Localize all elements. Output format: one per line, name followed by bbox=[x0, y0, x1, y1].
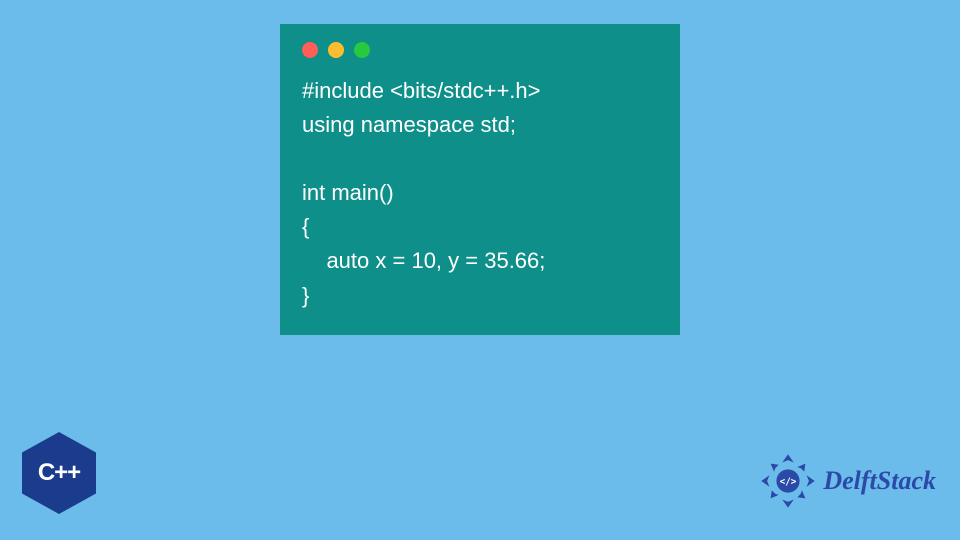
svg-text:</>: </> bbox=[780, 476, 797, 487]
brand-logo: </> DelftStack bbox=[759, 452, 936, 510]
brand-name: DelftStack bbox=[823, 466, 936, 496]
delftstack-icon: </> bbox=[759, 452, 817, 510]
traffic-lights bbox=[302, 42, 658, 58]
hexagon-icon: C++ bbox=[22, 432, 96, 514]
code-window: #include <bits/stdc++.h> using namespace… bbox=[280, 24, 680, 335]
close-icon bbox=[302, 42, 318, 58]
code-block: #include <bits/stdc++.h> using namespace… bbox=[302, 74, 658, 313]
cpp-label: C++ bbox=[38, 459, 80, 487]
minimize-icon bbox=[328, 42, 344, 58]
maximize-icon bbox=[354, 42, 370, 58]
cpp-badge: C++ bbox=[22, 432, 96, 514]
